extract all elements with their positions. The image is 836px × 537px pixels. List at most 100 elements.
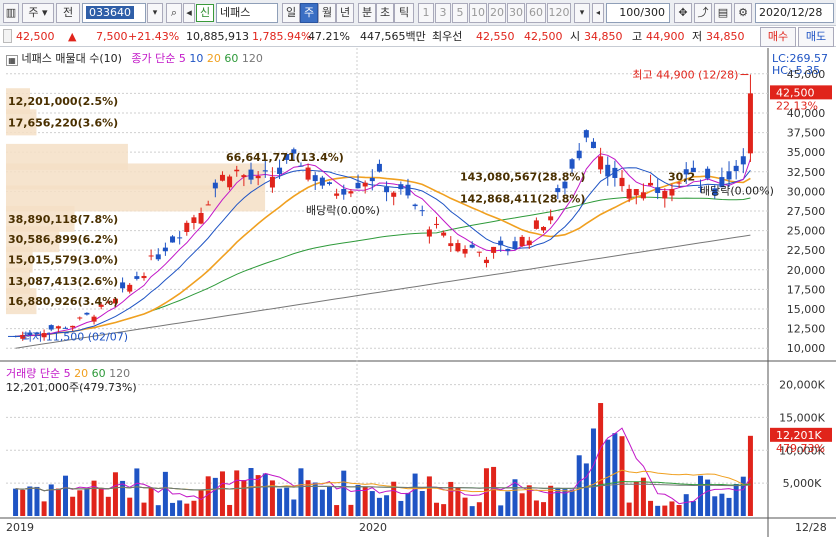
volume-bar[interactable] bbox=[241, 480, 247, 516]
volume-bar[interactable] bbox=[519, 493, 525, 516]
save-icon[interactable]: ▤ bbox=[714, 3, 732, 23]
candle-body[interactable] bbox=[319, 177, 325, 186]
volume-bar[interactable] bbox=[198, 490, 204, 516]
candle-body[interactable] bbox=[241, 175, 247, 178]
candle-body[interactable] bbox=[655, 187, 661, 194]
volume-bar[interactable] bbox=[633, 481, 639, 516]
candle-body[interactable] bbox=[505, 248, 511, 251]
volume-bar[interactable] bbox=[219, 471, 225, 516]
volume-bar[interactable] bbox=[184, 503, 190, 516]
candle-body[interactable] bbox=[48, 325, 54, 330]
volume-bar[interactable] bbox=[355, 484, 361, 516]
volume-bar[interactable] bbox=[148, 487, 154, 516]
chart-canvas[interactable]: 45,00042,50040,00037,50035,00032,50030,0… bbox=[0, 48, 836, 537]
volume-bar[interactable] bbox=[712, 496, 718, 516]
stock-code-input[interactable]: 033640 bbox=[82, 3, 146, 23]
period-minute[interactable]: 분 bbox=[358, 3, 376, 23]
volume-bar[interactable] bbox=[255, 475, 261, 516]
candle-body[interactable] bbox=[334, 193, 340, 196]
candle-body[interactable] bbox=[533, 220, 539, 229]
candle-body[interactable] bbox=[191, 217, 197, 223]
candle-body[interactable] bbox=[262, 170, 268, 172]
volume-bar[interactable] bbox=[162, 471, 168, 516]
candle-body[interactable] bbox=[662, 191, 668, 199]
candle-body[interactable] bbox=[726, 171, 732, 180]
volume-bar[interactable] bbox=[63, 475, 69, 516]
volume-bar[interactable] bbox=[719, 493, 725, 516]
candle-body[interactable] bbox=[398, 184, 404, 190]
candle-body[interactable] bbox=[583, 130, 589, 138]
volume-bar[interactable] bbox=[505, 491, 511, 516]
volume-bar[interactable] bbox=[434, 502, 440, 516]
volume-bar[interactable] bbox=[34, 486, 40, 516]
volume-bar[interactable] bbox=[369, 491, 375, 516]
volume-bar[interactable] bbox=[348, 504, 354, 516]
volume-bar[interactable] bbox=[13, 488, 19, 516]
volume-bar[interactable] bbox=[412, 473, 418, 516]
volume-bar[interactable] bbox=[341, 470, 347, 516]
candle-body[interactable] bbox=[412, 204, 418, 207]
candle-body[interactable] bbox=[434, 223, 440, 225]
candle-body[interactable] bbox=[747, 93, 753, 154]
candle-body[interactable] bbox=[355, 182, 361, 189]
candle-body[interactable] bbox=[633, 189, 639, 196]
volume-bar[interactable] bbox=[326, 487, 332, 516]
candle-body[interactable] bbox=[255, 176, 261, 179]
period-day[interactable]: 일 bbox=[282, 3, 300, 23]
interval-5[interactable]: 5 bbox=[452, 3, 468, 23]
candle-body[interactable] bbox=[462, 249, 468, 254]
volume-bar[interactable] bbox=[448, 481, 454, 516]
volume-bar[interactable] bbox=[512, 479, 518, 516]
candle-body[interactable] bbox=[526, 240, 532, 246]
candle-body[interactable] bbox=[648, 182, 654, 186]
candle-body[interactable] bbox=[205, 204, 211, 206]
volume-bar[interactable] bbox=[498, 505, 504, 516]
volume-bar[interactable] bbox=[640, 477, 646, 516]
candle-body[interactable] bbox=[476, 251, 482, 253]
volume-bar[interactable] bbox=[41, 501, 47, 516]
volume-bar[interactable] bbox=[234, 470, 240, 516]
candle-body[interactable] bbox=[612, 167, 618, 178]
volume-bar[interactable] bbox=[726, 497, 732, 516]
tab-weekly[interactable]: 주 ▾ bbox=[22, 3, 54, 23]
candle-body[interactable] bbox=[234, 169, 240, 172]
volume-bar[interactable] bbox=[284, 487, 290, 516]
volume-bar[interactable] bbox=[476, 502, 482, 516]
period-week[interactable]: 주 bbox=[300, 3, 318, 23]
volume-bar[interactable] bbox=[398, 500, 404, 516]
period-tick[interactable]: 틱 bbox=[394, 3, 414, 23]
trend-icon[interactable]: ⤴ bbox=[694, 3, 712, 23]
candle-body[interactable] bbox=[70, 325, 76, 328]
volume-bar[interactable] bbox=[77, 490, 83, 516]
volume-bar[interactable] bbox=[112, 472, 118, 516]
crosshair-icon[interactable]: ✥ bbox=[674, 3, 692, 23]
volume-bar[interactable] bbox=[384, 495, 390, 516]
volume-bar[interactable] bbox=[569, 489, 575, 516]
volume-bar[interactable] bbox=[312, 482, 318, 516]
candle-body[interactable] bbox=[369, 177, 375, 182]
date-field[interactable]: 2020/12/28 bbox=[755, 3, 834, 23]
candle-body[interactable] bbox=[598, 156, 604, 170]
volume-bar[interactable] bbox=[747, 435, 753, 516]
candle-body[interactable] bbox=[483, 259, 489, 264]
candle-body[interactable] bbox=[733, 165, 739, 172]
volume-bar[interactable] bbox=[426, 476, 432, 516]
candle-body[interactable] bbox=[541, 226, 547, 231]
volume-bar[interactable] bbox=[598, 403, 604, 516]
period-year[interactable]: 년 bbox=[336, 3, 354, 23]
volume-bar[interactable] bbox=[662, 505, 668, 516]
candle-body[interactable] bbox=[227, 176, 233, 188]
candle-body[interactable] bbox=[469, 244, 475, 248]
candle-body[interactable] bbox=[269, 176, 275, 188]
candle-body[interactable] bbox=[384, 186, 390, 193]
candle-body[interactable] bbox=[619, 177, 625, 187]
volume-bar[interactable] bbox=[419, 490, 425, 516]
candle-body[interactable] bbox=[198, 212, 204, 224]
candle-body[interactable] bbox=[127, 284, 133, 292]
candle-body[interactable] bbox=[120, 282, 126, 289]
candle-body[interactable] bbox=[576, 150, 582, 159]
volume-bar[interactable] bbox=[291, 499, 297, 516]
candle-body[interactable] bbox=[148, 255, 154, 257]
candle-body[interactable] bbox=[391, 192, 397, 197]
chart-type-icon[interactable]: ▦ bbox=[6, 55, 18, 66]
